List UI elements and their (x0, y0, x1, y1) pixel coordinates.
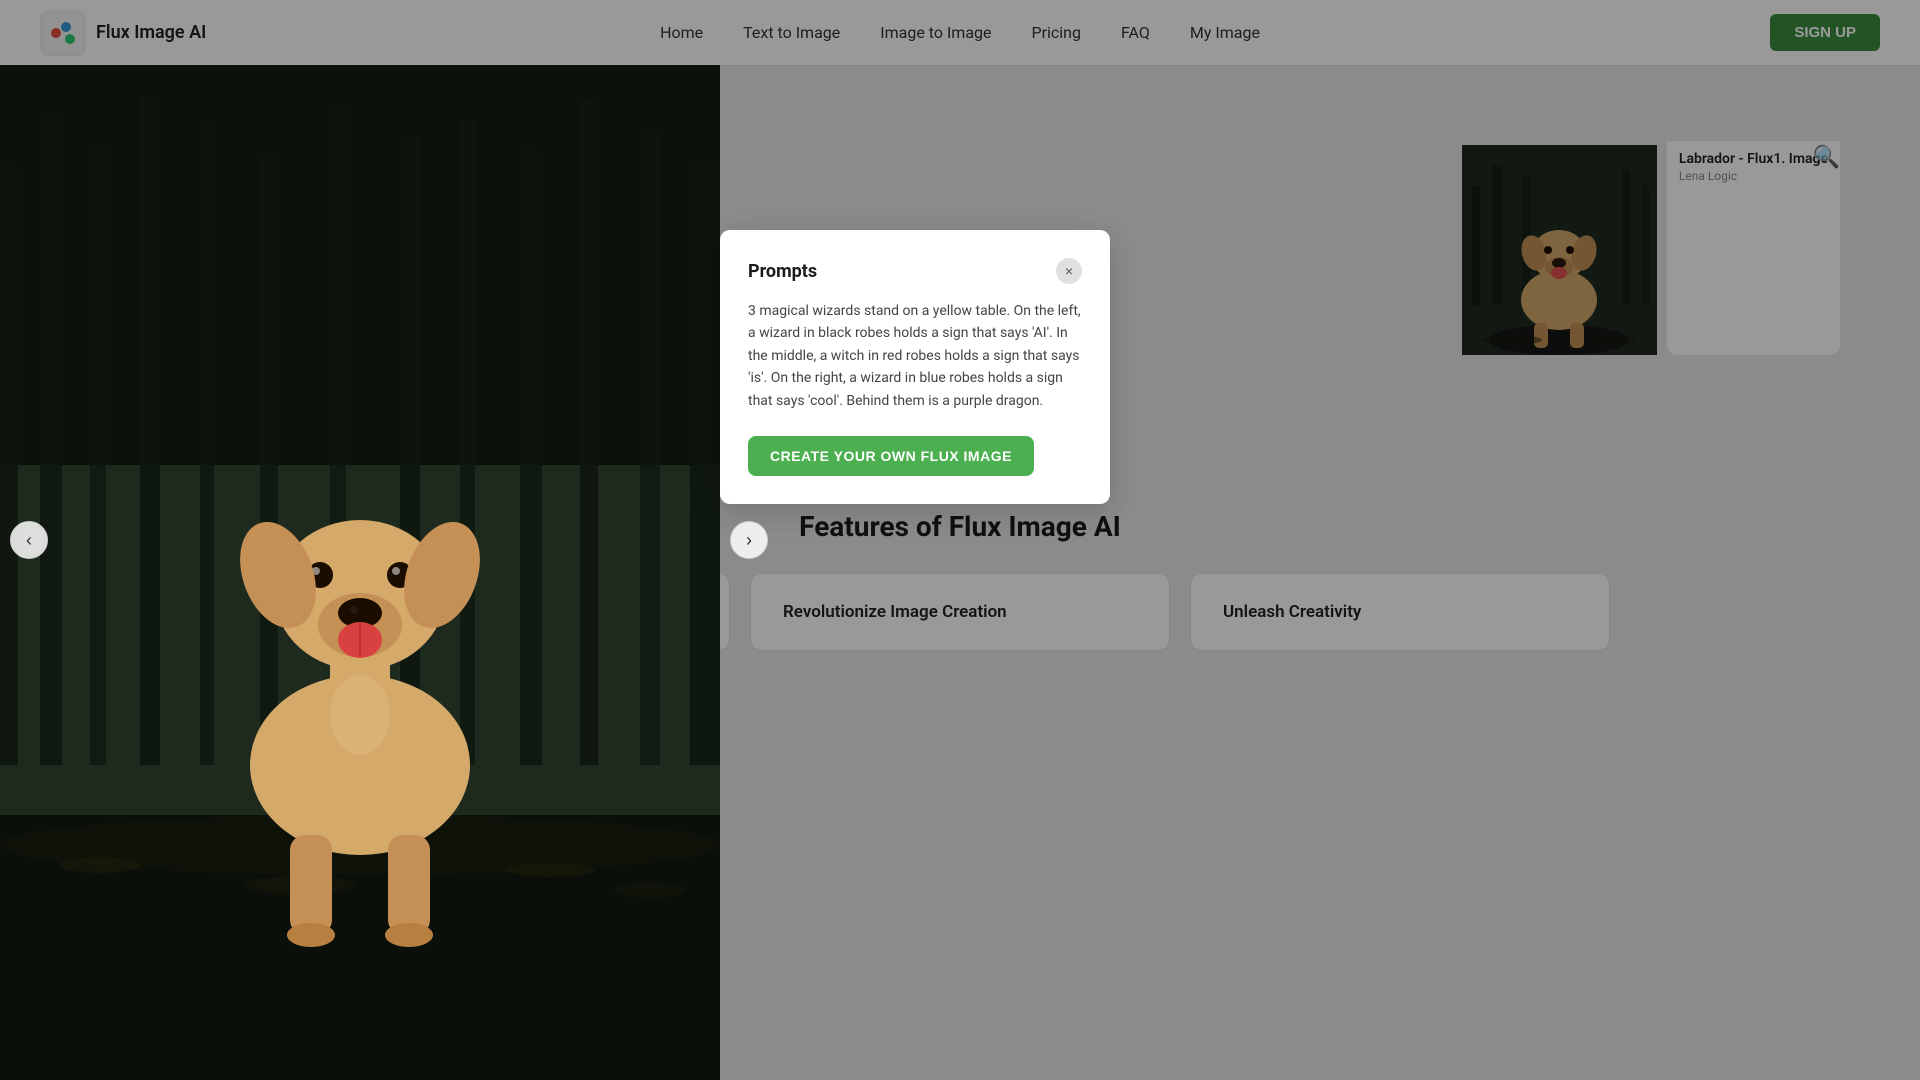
lightbox-prev-button[interactable]: ‹ (10, 521, 48, 559)
lightbox-image (0, 65, 720, 1080)
modal-prompt-text: 3 magical wizards stand on a yellow tabl… (748, 300, 1082, 412)
modal-header: Prompts × (748, 258, 1082, 284)
lightbox-next-button[interactable]: › (730, 521, 768, 559)
modal-cta-button[interactable]: CREATE YOUR OWN FLUX IMAGE (748, 436, 1034, 476)
modal-close-button[interactable]: × (1056, 258, 1082, 284)
prompts-modal: Prompts × 3 magical wizards stand on a y… (720, 230, 1110, 504)
lightbox-svg (0, 65, 720, 1080)
modal-title: Prompts (748, 261, 817, 282)
image-lightbox (0, 65, 720, 1080)
